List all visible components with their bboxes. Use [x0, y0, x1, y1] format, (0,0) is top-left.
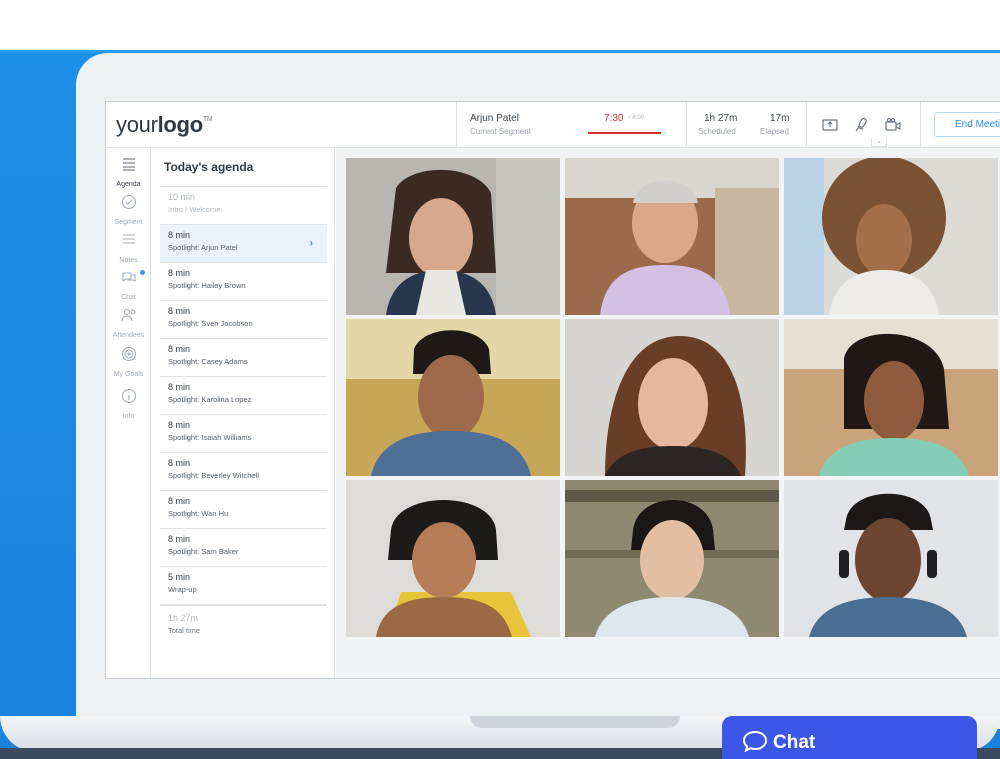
- nav-item-agenda[interactable]: Agenda: [106, 156, 151, 191]
- current-speaker-name: Arjun Patel: [470, 113, 519, 124]
- app-header: yourlogoTM Arjun Patel Current Segment 7…: [106, 102, 1000, 148]
- list-icon: [122, 158, 135, 171]
- agenda-item[interactable]: 8 min Spotlight: Karolina Lopez: [160, 376, 327, 414]
- video-tile[interactable]: [784, 158, 998, 315]
- nav-label: Attendees: [112, 332, 145, 339]
- nav-label: Notes: [119, 257, 138, 264]
- agenda-item-label: Spotlight: Hailey Brown: [168, 281, 246, 290]
- chevron-right-icon[interactable]: ›: [310, 238, 313, 249]
- agenda-item[interactable]: 8 min Spotlight: Hailey Brown: [160, 262, 327, 300]
- agenda-item[interactable]: 8 min Spotlight: Isaiah Williams: [160, 414, 327, 452]
- elapsed-label: Elapsed: [760, 127, 789, 136]
- video-tile[interactable]: [346, 319, 560, 476]
- chat-bubbles-icon: [121, 272, 136, 283]
- agenda-item-label: Wrap-up: [168, 585, 197, 594]
- agenda-item-duration: 8 min: [168, 420, 191, 430]
- agenda-item-label: Spotlight: Isaiah Williams: [168, 433, 252, 442]
- nav-item-notes[interactable]: Notes: [106, 232, 151, 267]
- agenda-item[interactable]: 8 min Spotlight: Sven Jacobson: [160, 300, 327, 338]
- camera-icon[interactable]: [884, 116, 902, 134]
- agenda-item-label: Spotlight: Karolina Lopez: [168, 395, 252, 404]
- agenda-total: 1h 27m Total time: [160, 604, 327, 648]
- agenda-item-duration: 8 min: [168, 306, 191, 316]
- nav-item-segment[interactable]: Segment: [106, 194, 151, 229]
- segment-timer-max: / 8:00: [629, 115, 645, 121]
- current-segment-label: Current Segment: [470, 127, 531, 136]
- video-tile[interactable]: [784, 480, 998, 637]
- agenda-item-label: Spotlight: Arjun Patel: [168, 243, 238, 252]
- agenda-item[interactable]: 8 min Spotlight: Wan Hu: [160, 490, 327, 528]
- video-tile[interactable]: [346, 158, 560, 315]
- scheduled-label: Scheduled: [698, 127, 736, 136]
- scheduled-value: 1h 27m: [704, 113, 738, 124]
- nav-label: Chat: [121, 294, 136, 301]
- chevron-down-icon[interactable]: ⌄: [871, 138, 887, 147]
- elapsed-value: 17m: [770, 113, 790, 124]
- share-screen-icon[interactable]: [821, 116, 839, 134]
- agenda-item-duration: 8 min: [168, 344, 191, 354]
- chat-bubble-icon: [742, 730, 768, 752]
- agenda-list: 10 min Intro / Welcome 8 min Spotlight: Ar…: [160, 186, 327, 648]
- agenda-panel: Today's agenda 10 min Intro / Welcome 8 m…: [152, 148, 335, 678]
- segment-timer: 7:30: [604, 113, 624, 124]
- agenda-item-duration: 8 min: [168, 496, 191, 506]
- target-icon: [121, 346, 136, 362]
- microphone-icon[interactable]: [852, 116, 870, 134]
- agenda-item[interactable]: 5 min Wrap-up: [160, 566, 327, 604]
- agenda-item-duration: 8 min: [168, 382, 191, 392]
- agenda-item[interactable]: 10 min Intro / Welcome: [160, 186, 327, 224]
- nav-label: My Goals: [113, 371, 144, 378]
- agenda-item-duration: 8 min: [168, 458, 191, 468]
- agenda-total-value: 1h 27m: [168, 613, 199, 623]
- video-grid: [336, 148, 1000, 678]
- chat-button[interactable]: Chat: [722, 716, 977, 759]
- logo: yourlogoTM: [116, 112, 213, 137]
- segment-progress-fill: [588, 132, 662, 134]
- nav-label: Segment: [114, 219, 143, 226]
- header-divider: [806, 102, 807, 148]
- app-window: yourlogoTM Arjun Patel Current Segment 7…: [105, 101, 1000, 679]
- agenda-item-duration: 8 min: [168, 268, 191, 278]
- agenda-item-duration: 8 min: [168, 230, 191, 240]
- video-tile[interactable]: [565, 319, 779, 476]
- video-tile[interactable]: [784, 319, 998, 476]
- end-meeting-button[interactable]: End Meeting: [934, 112, 1000, 137]
- agenda-item[interactable]: 8 min Spotlight: Beverley Witchell: [160, 452, 327, 490]
- nav-item-attendees[interactable]: Attendees: [106, 307, 151, 342]
- side-nav: Agenda Segment Notes Chat Attendees My G…: [106, 148, 151, 678]
- agenda-item-active[interactable]: 8 min Spotlight: Arjun Patel ›: [160, 224, 327, 262]
- nav-item-my-goals[interactable]: My Goals: [106, 346, 151, 381]
- agenda-item-duration: 10 min: [168, 192, 196, 202]
- agenda-item-duration: 8 min: [168, 534, 191, 544]
- video-tile[interactable]: [565, 158, 779, 315]
- agenda-item-label: Spotlight: Sam Baker: [168, 547, 239, 556]
- agenda-item-label: Spotlight: Sven Jacobson: [168, 319, 253, 328]
- agenda-item-label: Spotlight: Beverley Witchell: [168, 471, 259, 480]
- header-divider: [456, 102, 457, 148]
- agenda-item[interactable]: 8 min Spotlight: Casey Adams: [160, 338, 327, 376]
- notes-icon: [122, 234, 135, 244]
- segment-progress-track: [588, 132, 666, 134]
- agenda-item-label: Intro / Welcome: [168, 205, 221, 214]
- chat-notification-dot: [140, 270, 145, 275]
- agenda-item-label: Spotlight: Casey Adams: [168, 357, 248, 366]
- header-divider: [686, 102, 687, 148]
- info-icon: [121, 388, 136, 404]
- agenda-title: Today's agenda: [164, 160, 254, 174]
- nav-item-info[interactable]: Info: [106, 388, 151, 423]
- video-tile[interactable]: [565, 480, 779, 637]
- agenda-item[interactable]: 8 min Spotlight: Sam Baker: [160, 528, 327, 566]
- check-circle-icon: [121, 194, 136, 210]
- nav-item-chat[interactable]: Chat: [106, 269, 151, 304]
- people-icon: [120, 308, 136, 322]
- agenda-item-label: Spotlight: Wan Hu: [168, 509, 229, 518]
- agenda-item-duration: 5 min: [168, 572, 191, 582]
- chat-button-label: Chat: [773, 732, 816, 753]
- laptop-notch: [470, 716, 680, 728]
- nav-label: Agenda: [116, 181, 141, 188]
- agenda-total-label: Total time: [168, 626, 201, 635]
- header-divider: [920, 102, 921, 148]
- nav-label: Info: [122, 413, 135, 420]
- video-tile[interactable]: [346, 480, 560, 637]
